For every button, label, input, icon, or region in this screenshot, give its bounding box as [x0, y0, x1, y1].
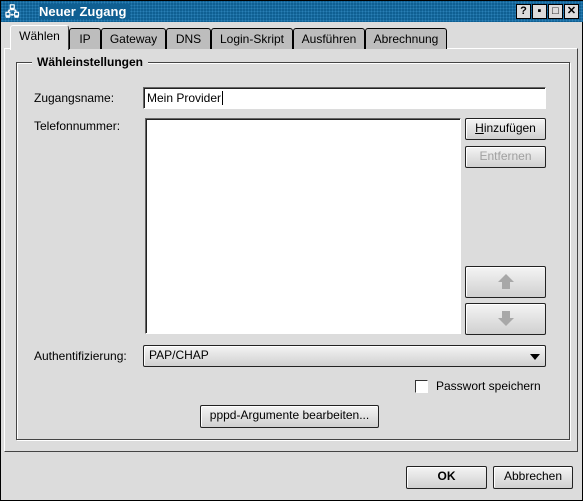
add-button[interactable]: Hinzufügen	[465, 118, 546, 140]
tab-ausfuehren[interactable]: Ausführen	[293, 28, 365, 49]
tab-waehlen[interactable]: Wählen	[10, 25, 69, 50]
name-input[interactable]: Mein Provider	[143, 87, 546, 109]
arrow-up-icon	[498, 274, 514, 290]
name-label: Zugangsname:	[34, 91, 115, 105]
save-password-checkbox[interactable]	[415, 380, 428, 393]
app-icon: 🖧	[5, 4, 20, 19]
phone-list[interactable]	[145, 118, 461, 334]
title-bar[interactable]: 🖧 Neuer Zugang ? ▪ □ ✕	[1, 1, 583, 22]
tab-gateway[interactable]: Gateway	[101, 28, 166, 49]
tab-abrechnung[interactable]: Abrechnung	[365, 28, 447, 49]
move-down-button[interactable]	[465, 303, 546, 335]
auth-value: PAP/CHAP	[149, 348, 209, 362]
pppd-arguments-button[interactable]: pppd-Argumente bearbeiten...	[200, 405, 379, 428]
maximize-button[interactable]: □	[548, 4, 563, 19]
minimize-button[interactable]: ▪	[532, 4, 547, 19]
help-button[interactable]: ?	[516, 4, 531, 19]
arrow-down-icon	[498, 311, 514, 327]
auth-label: Authentifizierung:	[34, 349, 127, 363]
tab-login-skript[interactable]: Login-Skript	[211, 28, 293, 49]
group-title: Wähleinstellungen	[32, 55, 149, 69]
name-value: Mein Provider	[147, 91, 222, 105]
move-up-button[interactable]	[465, 266, 546, 298]
auth-select[interactable]: PAP/CHAP	[143, 345, 546, 367]
window-title: Neuer Zugang	[39, 4, 131, 19]
save-password-label[interactable]: Passwort speichern	[436, 379, 541, 393]
chevron-down-icon	[530, 354, 540, 360]
tab-ip[interactable]: IP	[69, 28, 101, 49]
cancel-button[interactable]: Abbrechen	[493, 466, 573, 489]
close-button[interactable]: ✕	[564, 4, 579, 19]
remove-button[interactable]: Entfernen	[465, 146, 546, 168]
ok-button[interactable]: OK	[406, 466, 487, 489]
tab-dns[interactable]: DNS	[166, 28, 211, 49]
phone-label: Telefonnummer:	[34, 119, 121, 133]
